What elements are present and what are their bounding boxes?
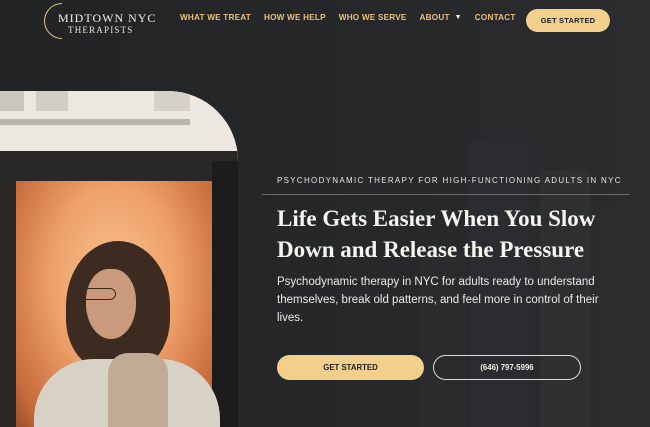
- get-started-button[interactable]: GET STARTED: [277, 355, 424, 380]
- hero-photo: [0, 91, 238, 427]
- phone-button[interactable]: (646) 797-5996: [433, 355, 581, 380]
- hero-subcopy: Psychodynamic therapy in NYC for adults …: [277, 276, 599, 324]
- nav-item-label: HOW WE HELP: [263, 13, 326, 22]
- nav-item-contact[interactable]: CONTACT: [475, 13, 516, 22]
- nav-item-about[interactable]: ABOUT ▼: [420, 13, 462, 22]
- main-nav: WHAT WE TREAT HOW WE HELP WHO WE SERVE A…: [180, 13, 529, 22]
- site-header: MIDTOWN NYC THERAPISTS WHAT WE TREAT HOW…: [0, 0, 650, 47]
- nav-item-how-we-help[interactable]: HOW WE HELP: [264, 13, 326, 22]
- header-get-started-button[interactable]: GET STARTED: [526, 9, 610, 32]
- logo-line2: THERAPISTS: [68, 25, 134, 35]
- nav-item-label: ABOUT: [419, 13, 450, 22]
- nav-item-label: CONTACT: [474, 13, 516, 22]
- hero-divider: [262, 194, 630, 195]
- nav-item-label: WHAT WE TREAT: [180, 13, 251, 22]
- nav-item-what-we-treat[interactable]: WHAT WE TREAT: [180, 13, 251, 22]
- chevron-down-icon: ▼: [454, 14, 462, 21]
- nav-item-label: WHO WE SERVE: [338, 13, 407, 22]
- nav-item-who-we-serve[interactable]: WHO WE SERVE: [339, 13, 407, 22]
- hero-eyebrow: PSYCHODYNAMIC THERAPY FOR HIGH-FUNCTIONI…: [277, 176, 622, 185]
- logo-line1: MIDTOWN NYC: [58, 11, 157, 25]
- site-logo[interactable]: MIDTOWN NYC THERAPISTS: [36, 0, 155, 47]
- hero-headline: Life Gets Easier When You Slow Down and …: [277, 206, 596, 262]
